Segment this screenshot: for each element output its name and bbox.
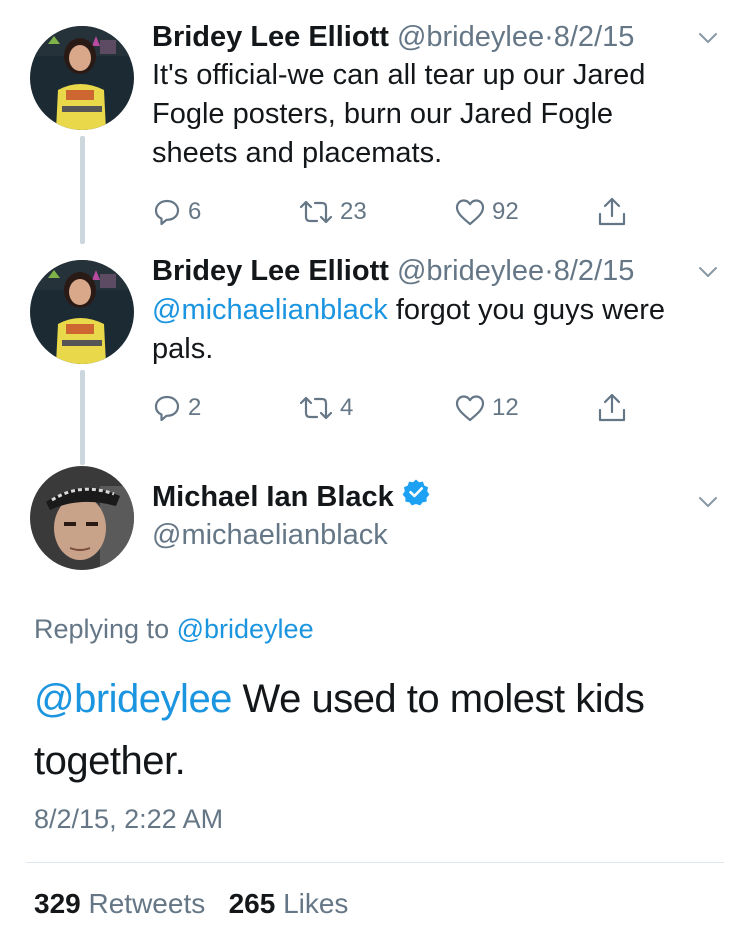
separator-dot: ·	[544, 255, 554, 287]
avatar[interactable]	[30, 466, 134, 570]
tweet-text-fragment: We used to molest kids	[231, 677, 645, 721]
like-button[interactable]: 12	[454, 392, 519, 424]
verified-badge-icon	[402, 478, 430, 516]
mention-link[interactable]: @brideylee	[34, 677, 232, 721]
main-tweet-header: Michael Ian Black @michaelianblack	[152, 478, 430, 554]
tweet-actions: 6 23 92	[152, 196, 652, 228]
tweet-stats: 329 Retweets 265 Likes	[34, 888, 348, 920]
tweet-text-line: @brideylee We used to molest kids	[34, 668, 724, 730]
reply-count: 6	[188, 198, 202, 225]
chevron-down-icon[interactable]	[696, 260, 720, 284]
author-handle[interactable]: @michaelianblack	[152, 516, 430, 554]
replying-label: Replying to	[34, 614, 170, 644]
tweet-header: Bridey Lee Elliott @brideylee·8/2/15	[152, 254, 634, 288]
retweet-count: 23	[340, 198, 367, 225]
author-name-row[interactable]: Michael Ian Black	[152, 478, 430, 516]
retweet-count: 4	[340, 394, 354, 421]
like-button[interactable]: 92	[454, 196, 519, 228]
author-handle[interactable]: @brideylee	[397, 21, 544, 53]
author-name[interactable]: Bridey Lee Elliott	[152, 21, 389, 53]
likes-count: 265	[228, 888, 276, 919]
author-handle[interactable]: @brideylee	[397, 255, 544, 287]
thread-line	[80, 136, 85, 244]
tweet-date[interactable]: 8/2/15	[554, 255, 635, 287]
separator-dot: ·	[544, 21, 554, 53]
replying-to-link[interactable]: @brideylee	[177, 614, 314, 644]
tweet-text: @michaelianblack forgot you guys were pa…	[152, 291, 727, 369]
replying-to: Replying to @brideylee	[34, 614, 314, 645]
retweet-icon	[298, 393, 334, 423]
like-count: 92	[492, 198, 519, 225]
chevron-down-icon[interactable]	[696, 26, 720, 50]
tweet-text-line: Fogle posters, burn our Jared Fogle	[152, 98, 614, 130]
retweets-label: Retweets	[88, 888, 206, 919]
reply-button[interactable]: 6	[152, 196, 201, 228]
tweet-text-line: @michaelianblack forgot you guys were	[152, 291, 727, 330]
divider	[26, 862, 724, 863]
reply-icon	[152, 393, 182, 423]
retweet-button[interactable]: 23	[298, 196, 367, 228]
tweet-text-line: sheets and placemats.	[152, 137, 443, 169]
share-icon	[596, 392, 628, 424]
share-icon	[596, 196, 628, 228]
tweet-header: Bridey Lee Elliott @brideylee·8/2/15	[152, 20, 634, 54]
heart-icon	[454, 393, 486, 423]
thread-line	[80, 370, 85, 465]
chevron-down-icon[interactable]	[696, 490, 720, 514]
tweet-timestamp[interactable]: 8/2/15, 2:22 AM	[34, 804, 223, 835]
author-name[interactable]: Michael Ian Black	[152, 478, 394, 516]
heart-icon	[454, 197, 486, 227]
like-count: 12	[492, 394, 519, 421]
reply-count: 2	[188, 394, 202, 421]
tweet-text-line: together.	[34, 739, 186, 783]
reply-button[interactable]: 2	[152, 392, 201, 424]
tweet-date[interactable]: 8/2/15	[554, 21, 635, 53]
retweet-icon	[298, 197, 334, 227]
share-button[interactable]	[596, 196, 628, 228]
tweet-text-line: It's official-we can all tear up our Jar…	[152, 59, 646, 91]
reply-icon	[152, 197, 182, 227]
tweet-text-line: pals.	[152, 333, 214, 365]
likes-stat[interactable]: 265 Likes	[229, 888, 349, 919]
author-name[interactable]: Bridey Lee Elliott	[152, 255, 389, 287]
avatar[interactable]	[30, 26, 134, 130]
tweet-text-fragment: forgot you guys were	[387, 294, 666, 326]
tweet-actions: 2 4 12	[152, 392, 652, 424]
likes-label: Likes	[283, 888, 349, 919]
tweet-text: It's official-we can all tear up our Jar…	[152, 56, 727, 173]
retweets-stat[interactable]: 329 Retweets	[34, 888, 205, 919]
retweet-button[interactable]: 4	[298, 392, 353, 424]
avatar[interactable]	[30, 260, 134, 364]
share-button[interactable]	[596, 392, 628, 424]
main-tweet-text: @brideylee We used to molest kids togeth…	[34, 668, 724, 792]
retweets-count: 329	[34, 888, 81, 919]
mention-link[interactable]: @michaelianblack	[152, 294, 388, 326]
